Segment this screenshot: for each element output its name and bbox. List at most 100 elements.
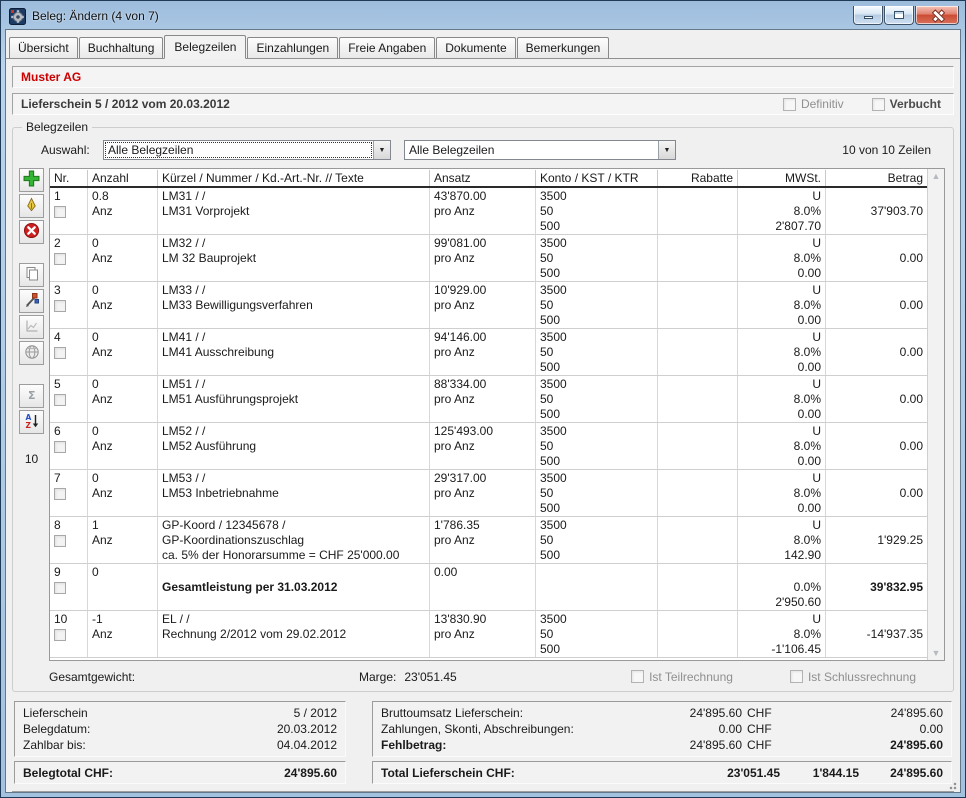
cell-konto: 350050500 xyxy=(536,470,658,516)
row-checkbox[interactable] xyxy=(54,347,66,359)
row-checkbox[interactable] xyxy=(54,629,66,641)
tab-bemerkungen[interactable]: Bemerkungen xyxy=(517,37,610,58)
table-row[interactable]: 30AnzLM33 / /LM33 Bewilligungsverfahren1… xyxy=(50,282,927,329)
chevron-down-icon[interactable]: ▼ xyxy=(373,141,390,159)
table-row[interactable]: 60AnzLM52 / /LM52 Ausführung125'493.00pr… xyxy=(50,423,927,470)
cell-rabatte xyxy=(658,329,738,375)
chevron-down-icon[interactable]: ▼ xyxy=(658,141,675,159)
checkbox-ist-teilrechnung[interactable] xyxy=(631,670,644,683)
row-number: 8 xyxy=(54,518,83,533)
table-row[interactable]: 10.8AnzLM31 / /LM31 Vorprojekt43'870.00p… xyxy=(50,188,927,235)
row-checkbox[interactable] xyxy=(54,441,66,453)
scroll-down-icon[interactable]: ▼ xyxy=(932,648,941,658)
column-header-konto[interactable]: Konto / KST / KTR xyxy=(536,170,658,186)
cell-kuerzel-line: GP-Koord / 12345678 / xyxy=(162,518,425,533)
column-header-kurzel[interactable]: Kürzel / Nummer / Kd.-Art.-Nr. // Texte xyxy=(158,170,430,186)
filter2-combobox[interactable]: Alle Belegzeilen ▼ xyxy=(404,140,676,160)
cell-mwst-line: 0.00 xyxy=(742,454,821,469)
maximize-button[interactable] xyxy=(884,6,914,25)
document-info-box: Lieferschein5 / 2012Belegdatum:20.03.201… xyxy=(14,701,346,757)
cell-betrag: 0.00 xyxy=(826,329,927,375)
cell-nr: 10 xyxy=(50,611,88,657)
cell-kuerzel: LM53 / /LM53 Inbetriebnahme xyxy=(158,470,430,516)
flag-verbucht: Verbucht xyxy=(872,97,941,111)
row-checkbox[interactable] xyxy=(54,535,66,547)
column-header-mwst[interactable]: MWSt. xyxy=(738,170,826,186)
summary-row-belegdatum: Belegdatum:20.03.2012 xyxy=(23,721,337,737)
summary-left-panel: Lieferschein5 / 2012Belegdatum:20.03.201… xyxy=(14,701,346,784)
scroll-up-icon[interactable]: ▲ xyxy=(932,171,941,181)
column-header-nr[interactable]: Nr. xyxy=(50,170,88,186)
delete-row-button[interactable] xyxy=(19,220,44,244)
cell-mwst-line: 8.0% xyxy=(742,392,821,407)
checkbox-definitiv[interactable] xyxy=(783,98,796,111)
cell-anzahl-line: Anz xyxy=(92,251,153,266)
cell-konto-line: 3500 xyxy=(540,471,653,486)
sort-button[interactable]: AZ xyxy=(19,410,44,434)
cell-betrag-line: 37'903.70 xyxy=(830,204,923,219)
table-row[interactable]: 40AnzLM41 / /LM41 Ausschreibung94'146.00… xyxy=(50,329,927,376)
table-row[interactable]: 81AnzGP-Koord / 12345678 /GP-Koordinatio… xyxy=(50,517,927,564)
row-checkbox[interactable] xyxy=(54,582,66,594)
copy-row-button[interactable] xyxy=(19,263,44,287)
cell-konto-line xyxy=(540,595,653,610)
summary-label: Zahlungen, Skonti, Abschreibungen: xyxy=(381,721,652,737)
column-header-betrag[interactable]: Betrag xyxy=(826,170,927,186)
minimize-button[interactable] xyxy=(853,6,883,25)
cell-konto-line: 3500 xyxy=(540,377,653,392)
tab-ubersicht[interactable]: Übersicht xyxy=(9,37,78,58)
cell-konto-line: 3500 xyxy=(540,612,653,627)
cell-anzahl-line: Anz xyxy=(92,392,153,407)
cell-mwst-line: 8.0% xyxy=(742,627,821,642)
table-row[interactable]: 70AnzLM53 / /LM53 Inbetriebnahme29'317.0… xyxy=(50,470,927,517)
cell-betrag: 37'903.70 xyxy=(826,188,927,234)
cell-konto: 350050500 xyxy=(536,235,658,281)
column-header-anzahl[interactable]: Anzahl xyxy=(88,170,158,186)
cell-konto-line: 50 xyxy=(540,439,653,454)
cell-ansatz-line: 94'146.00 xyxy=(434,330,531,345)
tab-buchhaltung[interactable]: Buchhaltung xyxy=(79,37,164,58)
row-checkbox[interactable] xyxy=(54,300,66,312)
resize-grip[interactable] xyxy=(946,779,957,790)
tab-freie-angaben[interactable]: Freie Angaben xyxy=(339,37,435,58)
row-checkbox[interactable] xyxy=(54,206,66,218)
close-button[interactable] xyxy=(915,6,959,25)
filter1-combobox[interactable]: Alle Belegzeilen ▼ xyxy=(103,140,391,160)
document-title: Lieferschein 5 / 2012 vom 20.03.2012 xyxy=(21,97,230,111)
table-row[interactable]: 50AnzLM51 / /LM51 Ausführungsprojekt88'3… xyxy=(50,376,927,423)
edit-position-button[interactable] xyxy=(19,289,44,313)
checkbox-verbucht[interactable] xyxy=(872,98,885,111)
row-checkbox[interactable] xyxy=(54,488,66,500)
cell-kuerzel: LM51 / /LM51 Ausführungsprojekt xyxy=(158,376,430,422)
total-gross: 24'895.60 xyxy=(859,765,943,781)
checkbox-ist-schlussrechnung[interactable] xyxy=(790,670,803,683)
tab-bar: ÜbersichtBuchhaltungBelegzeilenEinzahlun… xyxy=(6,30,960,59)
cell-anzahl-line: 0.8 xyxy=(92,189,153,204)
tab-belegzeilen[interactable]: Belegzeilen xyxy=(164,35,246,59)
row-checkbox[interactable] xyxy=(54,253,66,265)
cell-mwst-line: U xyxy=(742,471,821,486)
add-row-button[interactable] xyxy=(19,168,44,192)
pen-icon xyxy=(24,197,39,216)
table-row[interactable]: 10-1AnzEL / /Rechnung 2/2012 vom 29.02.2… xyxy=(50,611,927,658)
tab-einzahlungen[interactable]: Einzahlungen xyxy=(247,37,338,58)
flag-definitiv: Definitiv xyxy=(783,97,844,111)
cell-anzahl-line: -1 xyxy=(92,612,153,627)
table-row[interactable]: 90Gesamtleistung per 31.03.20120.000.0%2… xyxy=(50,564,927,611)
cell-anzahl-line: Anz xyxy=(92,298,153,313)
column-header-ansatz[interactable]: Ansatz xyxy=(430,170,536,186)
cell-konto-line: 3500 xyxy=(540,424,653,439)
edit-row-button[interactable] xyxy=(19,194,44,218)
cell-mwst: 0.0%2'950.60 xyxy=(738,564,826,610)
chart-icon xyxy=(24,318,40,337)
cell-mwst-line xyxy=(742,565,821,580)
summary-label: Zahlbar bis: xyxy=(23,737,227,753)
column-header-rabatte[interactable]: Rabatte xyxy=(658,170,738,186)
table-row[interactable]: 20AnzLM32 / /LM 32 Bauprojekt99'081.00pr… xyxy=(50,235,927,282)
globe-button[interactable] xyxy=(19,341,44,365)
cell-kuerzel-line: GP-Koordinationszuschlag xyxy=(162,533,425,548)
table-scrollbar[interactable]: ▲ ▼ xyxy=(927,169,944,660)
cell-kuerzel-line: Rechnung 2/2012 vom 29.02.2012 xyxy=(162,627,425,642)
row-checkbox[interactable] xyxy=(54,394,66,406)
tab-dokumente[interactable]: Dokumente xyxy=(436,37,515,58)
